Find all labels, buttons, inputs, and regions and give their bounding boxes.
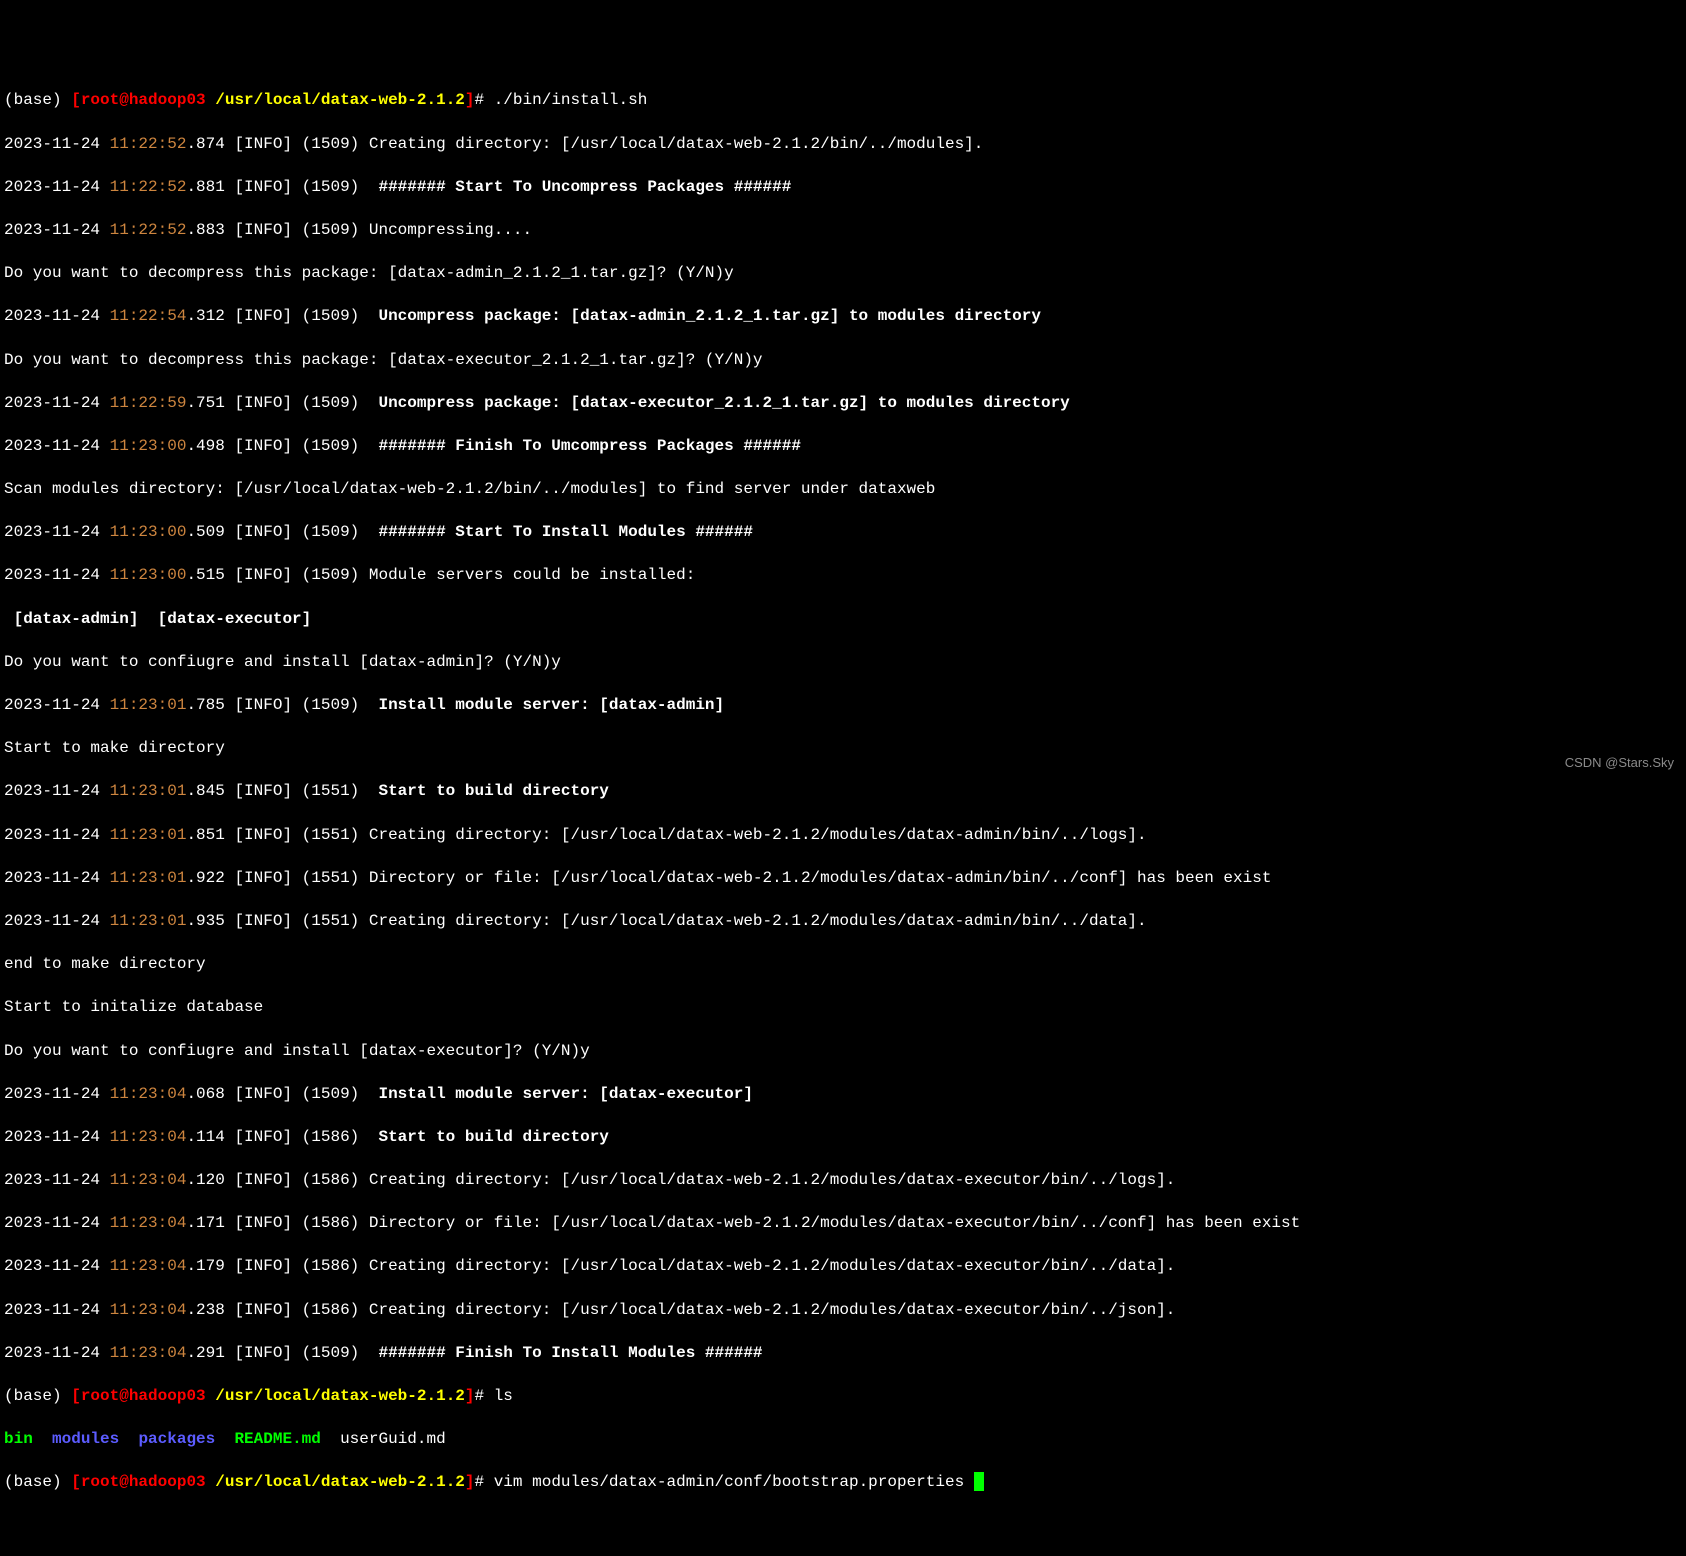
log-line: 2023-11-24 11:22:52.883 [INFO] (1509) Un… (4, 220, 1682, 242)
prompt-line-1: (base) [root@hadoop03 /usr/local/datax-w… (4, 90, 1682, 112)
watermark: CSDN @Stars.Sky (1565, 754, 1674, 772)
ls-bin: bin (4, 1430, 33, 1448)
env-prefix: (base) (4, 1473, 62, 1491)
log-line: end to make directory (4, 954, 1682, 976)
user-host: [root@hadoop03 (71, 91, 215, 109)
log-line: Scan modules directory: [/usr/local/data… (4, 479, 1682, 501)
command[interactable]: vim modules/datax-admin/conf/bootstrap.p… (494, 1473, 974, 1491)
module-list: [datax-admin] [datax-executor] (4, 609, 1682, 631)
ls-userguid: userGuid.md (340, 1430, 446, 1448)
log-line: 2023-11-24 11:23:04.171 [INFO] (1586) Di… (4, 1213, 1682, 1235)
hash: # (475, 1387, 494, 1405)
user-host: [root@hadoop03 (71, 1473, 215, 1491)
cwd: /usr/local/datax-web-2.1.2 (215, 1473, 465, 1491)
prompt-line-2: (base) [root@hadoop03 /usr/local/datax-w… (4, 1386, 1682, 1408)
log-line: 2023-11-24 11:23:04.179 [INFO] (1586) Cr… (4, 1256, 1682, 1278)
log-line: 2023-11-24 11:23:01.785 [INFO] (1509) In… (4, 695, 1682, 717)
log-line: 2023-11-24 11:23:04.120 [INFO] (1586) Cr… (4, 1170, 1682, 1192)
ls-readme: README.md (234, 1430, 320, 1448)
hash: # (475, 91, 494, 109)
cwd: /usr/local/datax-web-2.1.2 (215, 1387, 465, 1405)
log-line: 2023-11-24 11:23:01.935 [INFO] (1551) Cr… (4, 911, 1682, 933)
bracket: ] (465, 1473, 475, 1491)
log-line: 2023-11-24 11:23:00.498 [INFO] (1509) ##… (4, 436, 1682, 458)
prompt-line-3: (base) [root@hadoop03 /usr/local/datax-w… (4, 1472, 1682, 1494)
prompt-question: Do you want to confiugre and install [da… (4, 1041, 1682, 1063)
log-line: 2023-11-24 11:22:59.751 [INFO] (1509) Un… (4, 393, 1682, 415)
log-line: 2023-11-24 11:23:01.845 [INFO] (1551) St… (4, 781, 1682, 803)
prompt-question: Do you want to decompress this package: … (4, 350, 1682, 372)
cursor-icon (974, 1472, 984, 1491)
bracket: ] (465, 1387, 475, 1405)
command[interactable]: ls (494, 1387, 513, 1405)
bracket: ] (465, 91, 475, 109)
log-line: 2023-11-24 11:23:04.238 [INFO] (1586) Cr… (4, 1300, 1682, 1322)
env-prefix: (base) (4, 91, 62, 109)
hash: # (475, 1473, 494, 1491)
log-line: 2023-11-24 11:23:04.291 [INFO] (1509) ##… (4, 1343, 1682, 1365)
command[interactable]: ./bin/install.sh (494, 91, 648, 109)
log-line: 2023-11-24 11:23:04.068 [INFO] (1509) In… (4, 1084, 1682, 1106)
log-line: 2023-11-24 11:22:52.881 [INFO] (1509) ##… (4, 177, 1682, 199)
log-line: 2023-11-24 11:22:54.312 [INFO] (1509) Un… (4, 306, 1682, 328)
log-line: 2023-11-24 11:23:01.922 [INFO] (1551) Di… (4, 868, 1682, 890)
log-line: Start to initalize database (4, 997, 1682, 1019)
log-line: 2023-11-24 11:23:00.515 [INFO] (1509) Mo… (4, 565, 1682, 587)
env-prefix: (base) (4, 1387, 62, 1405)
log-line: Start to make directory (4, 738, 1682, 760)
log-line: 2023-11-24 11:23:00.509 [INFO] (1509) ##… (4, 522, 1682, 544)
ls-output: bin modules packages README.md userGuid.… (4, 1429, 1682, 1451)
log-line: 2023-11-24 11:22:52.874 [INFO] (1509) Cr… (4, 134, 1682, 156)
log-line: 2023-11-24 11:23:04.114 [INFO] (1586) St… (4, 1127, 1682, 1149)
prompt-question: Do you want to confiugre and install [da… (4, 652, 1682, 674)
user-host: [root@hadoop03 (71, 1387, 215, 1405)
log-line: 2023-11-24 11:23:01.851 [INFO] (1551) Cr… (4, 825, 1682, 847)
ls-modules: modules (52, 1430, 119, 1448)
cwd: /usr/local/datax-web-2.1.2 (215, 91, 465, 109)
ls-packages: packages (138, 1430, 215, 1448)
prompt-question: Do you want to decompress this package: … (4, 263, 1682, 285)
